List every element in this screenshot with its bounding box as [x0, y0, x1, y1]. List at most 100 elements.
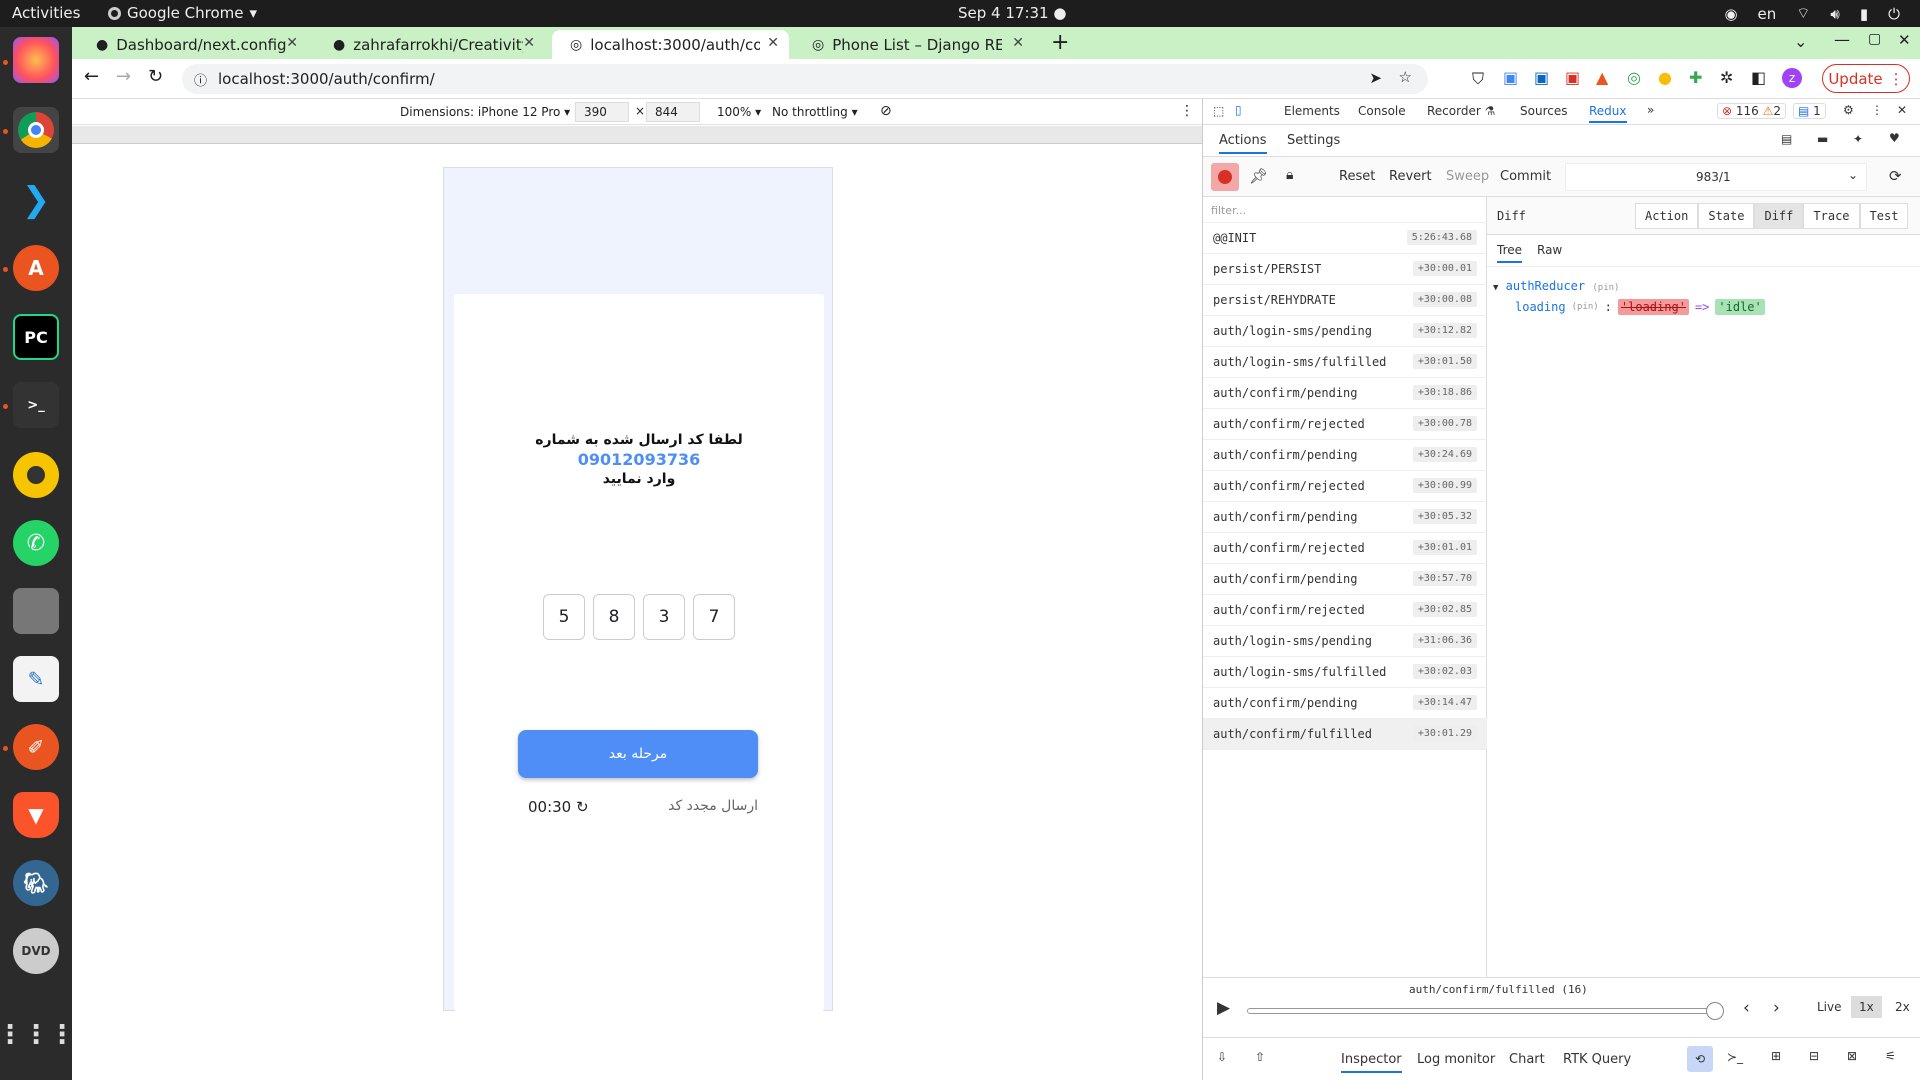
profile-avatar[interactable]: z	[1782, 68, 1802, 88]
app-menu[interactable]: Google Chrome ▾	[108, 4, 257, 22]
brave-icon[interactable]: ▼	[13, 792, 59, 838]
extension-puzzle-piece-icon[interactable]: ✚	[1689, 68, 1702, 87]
tab-test[interactable]: Test	[1859, 203, 1909, 229]
pin-icon[interactable]: 📌︎	[1249, 167, 1268, 185]
language-indicator[interactable]: en	[1758, 5, 1777, 23]
heart-icon[interactable]: ♥	[1889, 131, 1900, 145]
tree-node-reducer[interactable]: ▼ authReducer (pin)	[1493, 279, 1765, 293]
extension-linkedin-icon[interactable]: ▣	[1534, 68, 1549, 87]
extension-shield-icon[interactable]: ⛉	[1472, 69, 1484, 89]
vscode-icon[interactable]: ❯	[13, 177, 59, 223]
dvd-icon[interactable]: DVD	[13, 928, 59, 974]
tab-raw[interactable]: Raw	[1537, 243, 1562, 257]
extension-red-icon[interactable]: ▣	[1565, 68, 1580, 87]
action-row[interactable]: auth/confirm/rejected +30:02.85	[1203, 595, 1487, 626]
system-tray[interactable]: ◉ en ⌔ 🔊︎ ▮ ⏻	[1724, 4, 1900, 23]
messages-counter[interactable]: ▤ 1	[1793, 103, 1826, 119]
remote-icon[interactable]: ⚟	[1885, 1049, 1896, 1063]
action-row[interactable]: auth/confirm/rejected +30:00.78	[1203, 409, 1487, 440]
back-icon[interactable]: ←	[84, 66, 99, 87]
tab-sources[interactable]: Sources	[1520, 104, 1567, 118]
height-input[interactable]: 844	[646, 102, 700, 122]
lock-icon[interactable]: 🔒︎	[1286, 167, 1293, 183]
commit-button[interactable]: Commit	[1500, 169, 1551, 184]
next-step-button[interactable]: مرحله بعد	[518, 730, 758, 778]
action-row[interactable]: @@INIT 5:26:43.68	[1203, 223, 1487, 254]
reload-icon[interactable]: ↻	[148, 66, 163, 87]
tab-action[interactable]: Action	[1635, 203, 1699, 229]
close-tab-icon[interactable]: ✕	[1012, 35, 1024, 51]
close-devtools-icon[interactable]: ✕	[1897, 103, 1907, 117]
maximize-icon[interactable]: ▢	[1868, 31, 1881, 47]
layout-icon[interactable]: ▤	[1781, 132, 1792, 146]
address-bar[interactable]: ⓘ localhost:3000/auth/confirm/ ➤ ☆	[182, 64, 1428, 94]
extension-a-icon[interactable]: ▲	[1596, 68, 1608, 87]
record-button[interactable]	[1211, 163, 1239, 191]
bookmark-star-icon[interactable]: ☆	[1399, 68, 1412, 86]
tab-settings[interactable]: Settings	[1287, 133, 1340, 148]
side-panel-icon[interactable]: ◧	[1751, 68, 1766, 87]
throttling-dropdown[interactable]: No throttling ▾	[772, 105, 858, 119]
play-icon[interactable]: ▶	[1217, 998, 1230, 1018]
firefox-icon[interactable]	[13, 37, 59, 83]
tab-actions[interactable]: Actions	[1219, 133, 1267, 154]
console-icon[interactable]: ≻_	[1727, 1050, 1743, 1064]
twitter-icon[interactable]: ✦	[1853, 132, 1863, 146]
close-window-icon[interactable]: ✕	[1898, 31, 1911, 49]
chrome-app-icon[interactable]	[13, 107, 59, 153]
extension-green-icon[interactable]: ◎	[1627, 68, 1641, 87]
settings-gear-icon[interactable]: ⚙	[1843, 103, 1854, 117]
minimize-icon[interactable]: —	[1834, 30, 1850, 49]
site-info-icon[interactable]: ⓘ	[194, 70, 207, 89]
action-row[interactable]: auth/login-sms/fulfilled +30:01.50	[1203, 347, 1487, 378]
update-button[interactable]: Update ⋮	[1822, 64, 1910, 93]
grid-icon[interactable]: ⊠	[1847, 1049, 1857, 1063]
device-toggle-icon[interactable]: ▯	[1235, 103, 1242, 117]
terminal-icon[interactable]: >_	[13, 382, 59, 428]
next-icon[interactable]: ›	[1773, 998, 1780, 1018]
action-row[interactable]: auth/confirm/rejected +30:01.01	[1203, 533, 1487, 564]
slider-handle[interactable]	[1706, 1002, 1724, 1020]
pin-link[interactable]: (pin)	[1572, 302, 1599, 312]
tab-chart[interactable]: Chart	[1509, 1052, 1545, 1067]
clock[interactable]: Sep 4 17:31 ●	[958, 4, 1066, 22]
zoom-dropdown[interactable]: 100% ▾	[717, 105, 761, 119]
code-digit-input[interactable]: 3	[643, 594, 685, 640]
export-icon[interactable]: ⇧	[1255, 1050, 1265, 1064]
tab-recorder[interactable]: Recorder ⚗	[1427, 104, 1495, 118]
close-tab-icon[interactable]: ✕	[767, 35, 779, 51]
action-row[interactable]: auth/login-sms/pending +30:12.82	[1203, 316, 1487, 347]
rhythmbox-icon[interactable]	[13, 452, 59, 498]
new-tab-icon[interactable]: +	[1051, 30, 1069, 55]
filter-input[interactable]: filter...	[1203, 197, 1487, 223]
tab-log-monitor[interactable]: Log monitor	[1417, 1052, 1495, 1067]
close-tab-icon[interactable]: ✕	[286, 35, 298, 51]
more-options-icon[interactable]: ⋮	[1180, 103, 1194, 119]
timeline-slider[interactable]	[1247, 1008, 1717, 1014]
tab-rtk-query[interactable]: RTK Query	[1563, 1052, 1631, 1067]
close-tab-icon[interactable]: ✕	[523, 35, 535, 51]
sync-icon[interactable]: ⟳	[1889, 167, 1902, 185]
send-to-device-icon[interactable]: ➤	[1369, 69, 1382, 87]
action-row[interactable]: auth/confirm/pending +30:24.69	[1203, 440, 1487, 471]
action-row[interactable]: auth/login-sms/fulfilled +30:02.03	[1203, 657, 1487, 688]
resend-code-link[interactable]: ارسال مجدد کد	[658, 798, 758, 814]
tab-trace[interactable]: Trace	[1803, 203, 1860, 229]
tab-search-icon[interactable]: ⌄	[1794, 32, 1807, 51]
tab-diff[interactable]: Diff	[1754, 203, 1804, 229]
action-row[interactable]: auth/login-sms/pending +31:06.36	[1203, 626, 1487, 657]
tab-localhost-confirm[interactable]: ◎ localhost:3000/auth/conf ✕	[552, 30, 789, 59]
tab-dashboard[interactable]: ● Dashboard/next.config.js ✕	[78, 30, 308, 59]
more-vert-icon[interactable]: ⋮	[1871, 103, 1883, 117]
chat-icon[interactable]: ▬	[1817, 132, 1828, 146]
revert-button[interactable]: Revert	[1389, 169, 1432, 184]
inspect-element-icon[interactable]: ⬚	[1213, 104, 1224, 118]
forward-icon[interactable]: →	[116, 66, 131, 87]
tab-phone-list[interactable]: ◎ Phone List – Django REST ✕	[794, 30, 1034, 59]
slider-toggle-icon[interactable]: ⊟	[1809, 1049, 1819, 1063]
rotate-icon[interactable]: ⊘	[880, 103, 892, 119]
code-digit-input[interactable]: 8	[593, 594, 635, 640]
action-row[interactable]: auth/confirm/pending +30:14.47	[1203, 688, 1487, 719]
extension-translate-icon[interactable]: ▣	[1503, 68, 1518, 87]
action-row[interactable]: auth/confirm/fulfilled +30:01.29	[1203, 719, 1487, 750]
